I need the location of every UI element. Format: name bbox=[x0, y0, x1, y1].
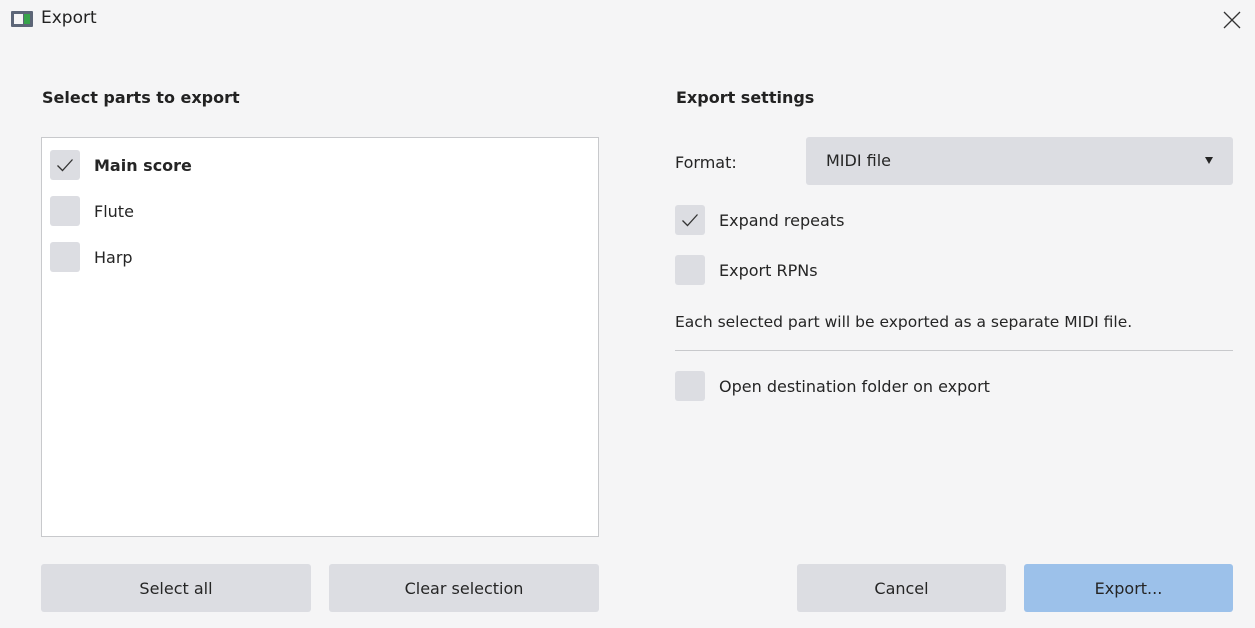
expand-repeats-checkbox[interactable] bbox=[675, 205, 705, 235]
close-button[interactable] bbox=[1209, 0, 1255, 40]
clear-selection-button[interactable]: Clear selection bbox=[329, 564, 599, 612]
export-rpns-label: Export RPNs bbox=[719, 260, 818, 280]
export-rpns-option[interactable]: Export RPNs bbox=[675, 254, 818, 286]
parts-list: Main score Flute Harp bbox=[41, 137, 599, 537]
select-all-button[interactable]: Select all bbox=[41, 564, 311, 612]
part-item-flute[interactable]: Flute bbox=[50, 195, 134, 227]
part-label: Main score bbox=[94, 155, 192, 175]
format-value: MIDI file bbox=[826, 151, 892, 170]
cancel-button[interactable]: Cancel bbox=[797, 564, 1006, 612]
expand-repeats-label: Expand repeats bbox=[719, 210, 845, 230]
parts-heading: Select parts to export bbox=[42, 88, 240, 107]
part-item-harp[interactable]: Harp bbox=[50, 241, 133, 273]
app-icon bbox=[11, 11, 33, 27]
dropdown-arrow-icon bbox=[1205, 157, 1213, 164]
part-label: Flute bbox=[94, 201, 134, 221]
settings-heading: Export settings bbox=[676, 88, 815, 107]
checkmark-icon bbox=[682, 214, 698, 227]
open-folder-label: Open destination folder on export bbox=[719, 376, 990, 396]
checkmark-icon bbox=[57, 159, 73, 172]
part-label: Harp bbox=[94, 247, 133, 267]
export-button[interactable]: Export... bbox=[1024, 564, 1233, 612]
part-checkbox[interactable] bbox=[50, 242, 80, 272]
close-icon bbox=[1223, 11, 1241, 29]
divider bbox=[675, 350, 1233, 351]
part-item-main-score[interactable]: Main score bbox=[50, 149, 192, 181]
export-rpns-checkbox[interactable] bbox=[675, 255, 705, 285]
expand-repeats-option[interactable]: Expand repeats bbox=[675, 204, 844, 236]
open-folder-option[interactable]: Open destination folder on export bbox=[675, 370, 990, 402]
format-label: Format: bbox=[675, 153, 737, 172]
open-folder-checkbox[interactable] bbox=[675, 371, 705, 401]
title-bar: Export bbox=[0, 0, 1255, 40]
format-dropdown[interactable]: MIDI file bbox=[806, 137, 1233, 185]
part-checkbox[interactable] bbox=[50, 196, 80, 226]
window-title: Export bbox=[41, 8, 97, 28]
export-note: Each selected part will be exported as a… bbox=[675, 313, 1133, 331]
part-checkbox[interactable] bbox=[50, 150, 80, 180]
